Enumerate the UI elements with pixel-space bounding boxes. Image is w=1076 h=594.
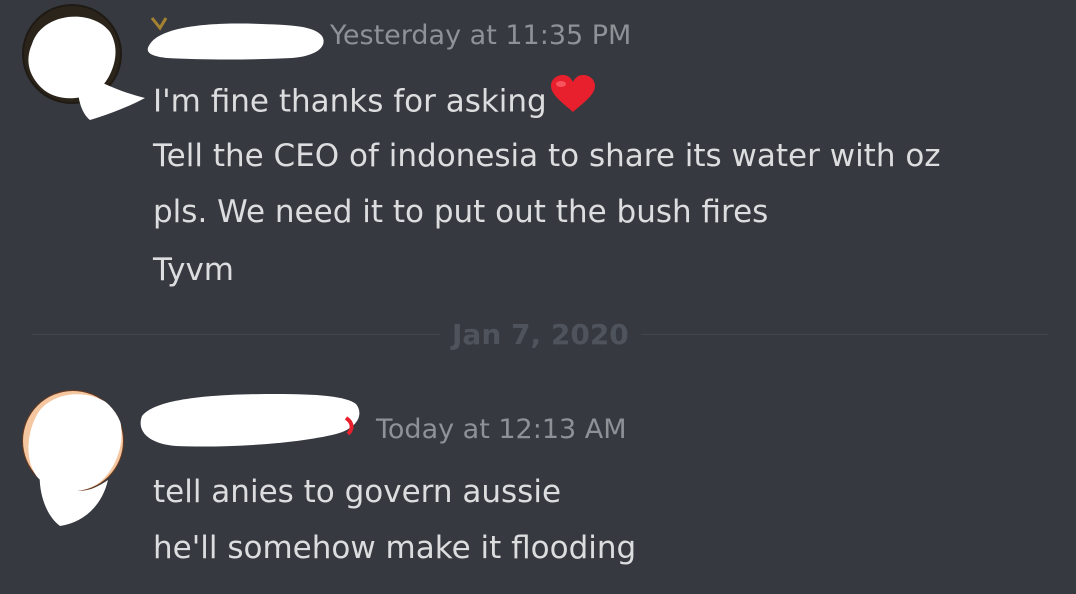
- message-line: Tyvm: [153, 252, 234, 288]
- message-timestamp: Today at 12:13 AM: [376, 414, 627, 445]
- message-line: I'm fine thanks for asking: [153, 75, 597, 128]
- date-divider-label: Jan 7, 2020: [440, 316, 641, 354]
- redacted-username: [140, 394, 360, 447]
- message-line: tell anies to govern aussie: [153, 474, 562, 510]
- message-text: I'm fine thanks for asking: [153, 83, 547, 120]
- message-timestamp: Yesterday at 11:35 PM: [330, 20, 632, 51]
- message-line: pls. We need it to put out the bush fire…: [153, 194, 769, 230]
- redacted-username: [39, 470, 108, 526]
- message-line: Tell the CEO of indonesia to share its w…: [153, 138, 941, 174]
- heart-emoji-icon: [549, 74, 597, 124]
- redacted-username: [147, 17, 324, 60]
- message-line: he'll somehow make it flooding: [153, 530, 637, 566]
- redacted-username: [78, 72, 145, 120]
